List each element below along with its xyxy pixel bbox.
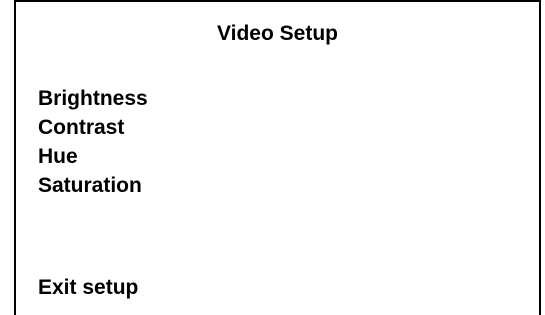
video-setup-menu-panel: Video Setup Brightness Contrast Hue Satu…: [14, 0, 541, 315]
video-settings-list: Brightness Contrast Hue Saturation: [38, 84, 148, 200]
menu-title: Video Setup: [217, 22, 338, 45]
menu-item-brightness[interactable]: Brightness: [38, 84, 148, 113]
menu-item-saturation[interactable]: Saturation: [38, 171, 148, 200]
menu-item-hue[interactable]: Hue: [38, 142, 148, 171]
exit-setup-item[interactable]: Exit setup: [38, 273, 138, 302]
menu-item-contrast[interactable]: Contrast: [38, 113, 148, 142]
